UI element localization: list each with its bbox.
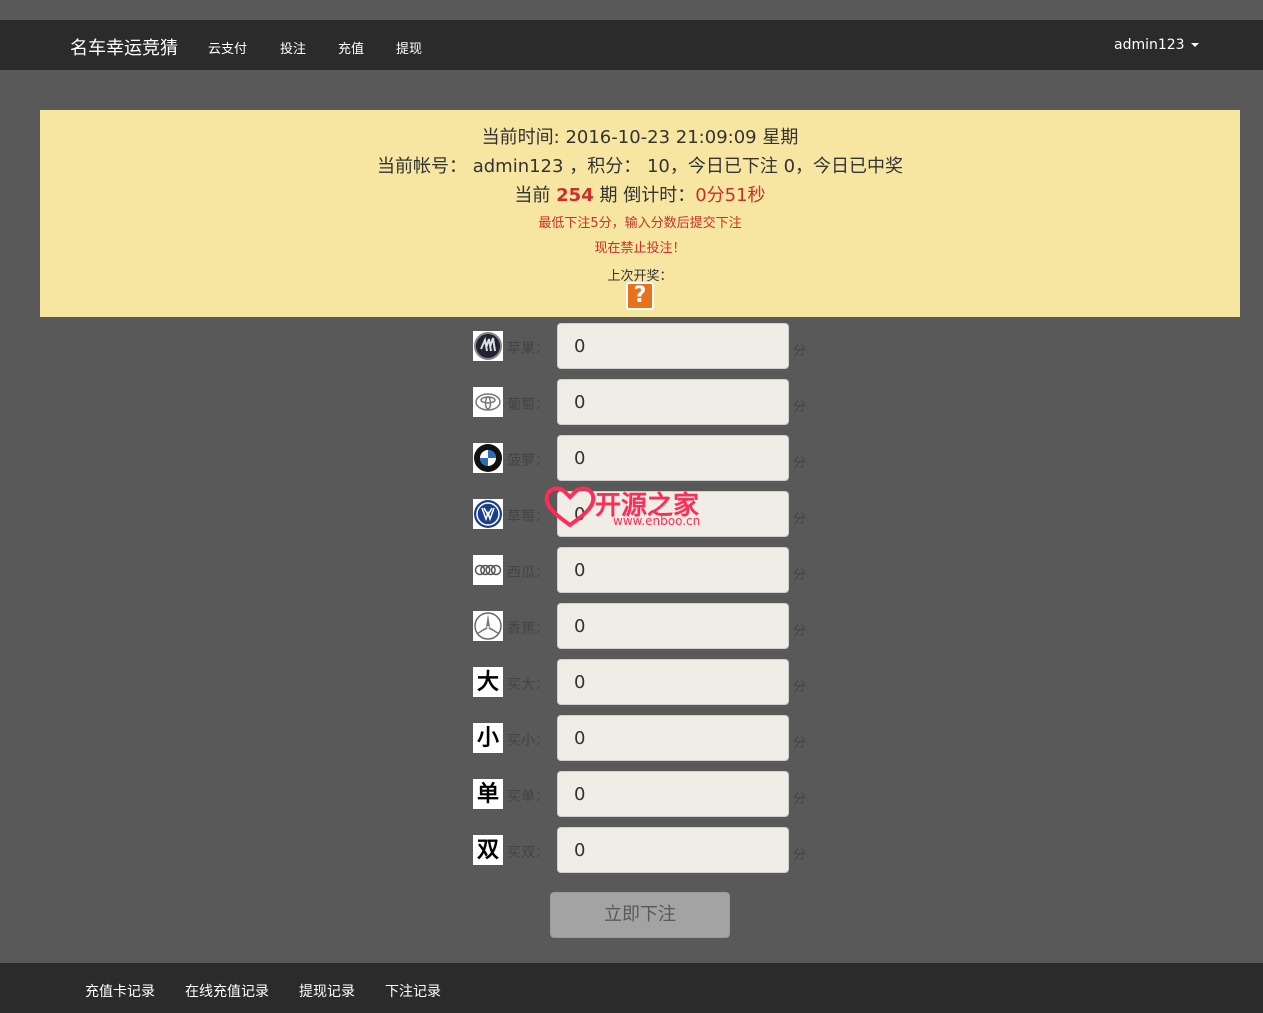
bet-row: 草莓： 分 [473,491,813,537]
bet-label: 草莓： [507,509,549,525]
footer-online-recharge-records[interactable]: 在线充值记录 [185,981,269,1001]
period-number: 254 [556,185,594,206]
bet-label: 菠萝： [507,453,549,469]
bet-row: 小买小： 分 [473,715,813,761]
period-prefix: 当前 [514,185,551,206]
period-line: 当前 254 期 倒计时：0分51秒 [40,181,1240,207]
buick-logo-icon [473,331,503,361]
bet-label: 西瓜： [507,565,549,581]
bet-amount-input[interactable] [557,771,789,817]
current-time-line: 当前时间: 2016-10-23 21:09:09 星期 [40,123,1240,149]
bet-unit-label: 分 [793,400,807,415]
bet-amount-input[interactable] [557,659,789,705]
nav-cloud-pay[interactable]: 云支付 [208,38,247,57]
countdown-timer: 0分51秒 [695,185,766,206]
bet-amount-input[interactable] [557,603,789,649]
bet-amount-input[interactable] [557,827,789,873]
char-dan-icon: 单 [473,779,503,809]
bet-unit-label: 分 [793,736,807,751]
today-bet-label: ，今日已下注 [669,156,778,177]
points-value: 10 [646,156,670,177]
bet-amount-input[interactable] [557,547,789,593]
bet-unit-label: 分 [793,568,807,583]
bet-label: 买单： [507,789,549,805]
top-navbar: 名车幸运竞猜 云支付 投注 充值 提现 admin123 [0,20,1263,70]
forbidden-note: 现在禁止投注！ [594,241,686,256]
bet-row: 大买大： 分 [473,659,813,705]
bet-unit-label: 分 [793,680,807,695]
footer-card-records[interactable]: 充值卡记录 [85,981,155,1001]
bet-amount-input[interactable] [557,323,789,369]
bet-row: 葡萄： 分 [473,379,813,425]
audi-logo-icon [473,555,503,585]
bet-unit-label: 分 [793,512,807,527]
period-suffix: 期 倒计时： [599,185,696,206]
brand-title[interactable]: 名车幸运竞猜 [70,34,178,60]
footer-withdraw-records[interactable]: 提现记录 [299,981,355,1001]
bet-label: 葡萄： [507,397,549,413]
bet-amount-input[interactable] [557,379,789,425]
account-label: 当前帐号： [376,156,467,177]
bmw-logo-icon [473,443,503,473]
time-value: 2016-10-23 21:09:09 [565,127,757,148]
bet-label: 香蕉： [507,621,549,637]
weekday-label: 星期 [762,127,799,148]
char-da-icon: 大 [473,667,503,697]
char-shuang-icon: 双 [473,835,503,865]
question-mark-icon: ? [626,282,654,310]
bet-unit-label: 分 [793,456,807,471]
bet-unit-label: 分 [793,344,807,359]
account-value: admin123 [472,156,564,177]
status-panel: 当前时间: 2016-10-23 21:09:09 星期 当前帐号： admin… [40,110,1240,317]
nav-withdraw[interactable]: 提现 [396,38,422,57]
footer-bet-records[interactable]: 下注记录 [385,981,441,1001]
bet-unit-label: 分 [793,792,807,807]
time-label: 当前时间: [481,127,560,148]
nav-recharge[interactable]: 充值 [338,38,364,57]
bet-label: 苹果： [507,341,549,357]
bet-amount-input[interactable] [557,491,789,537]
bet-row: 西瓜： 分 [473,547,813,593]
user-name: admin123 [1114,37,1185,53]
char-xiao-icon: 小 [473,723,503,753]
bet-row: 苹果： 分 [473,323,813,369]
bet-amount-input[interactable] [557,435,789,481]
user-menu-dropdown[interactable]: admin123 [1114,37,1199,53]
volkswagen-logo-icon [473,499,503,529]
bet-label: 买双： [507,845,549,861]
submit-bet-button[interactable]: 立即下注 [550,892,730,938]
caret-down-icon [1190,43,1199,47]
bet-amount-input[interactable] [557,715,789,761]
points-label: ，积分： [569,156,642,177]
bet-row: 双买双： 分 [473,827,813,873]
bet-unit-label: 分 [793,848,807,863]
bet-row: 单买单： 分 [473,771,813,817]
bet-row: 菠萝： 分 [473,435,813,481]
toyota-logo-icon [473,387,503,417]
today-bet-value: 0 [783,156,796,177]
min-bet-note: 最低下注5分，输入分数后提交下注 [538,216,742,231]
bet-label: 买大： [507,677,549,693]
footer-bar: 充值卡记录 在线充值记录 提现记录 下注记录 [0,963,1263,1013]
bet-row: 香蕉： 分 [473,603,813,649]
bet-unit-label: 分 [793,624,807,639]
today-win-label: ，今日已中奖 [795,156,904,177]
mercedes-logo-icon [473,611,503,641]
account-line: 当前帐号： admin123 ，积分： 10，今日已下注 0，今日已中奖 [40,152,1240,178]
bet-label: 买小： [507,733,549,749]
nav-bet[interactable]: 投注 [280,38,306,57]
